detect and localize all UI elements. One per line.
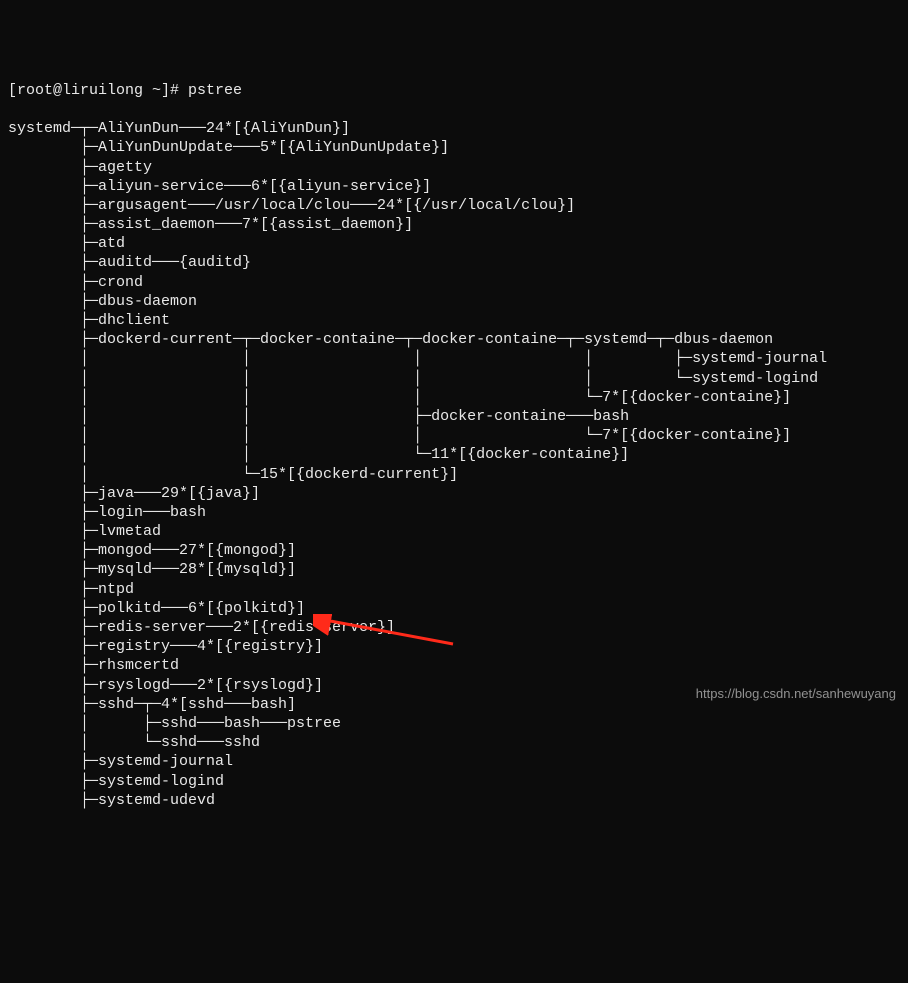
- pstree-line: │ └─sshd───sshd: [8, 733, 900, 752]
- pstree-line: ├─aliyun-service───6*[{aliyun-service}]: [8, 177, 900, 196]
- pstree-line: ├─atd: [8, 234, 900, 253]
- pstree-line: ├─assist_daemon───7*[{assist_daemon}]: [8, 215, 900, 234]
- pstree-line: ├─mysqld───28*[{mysqld}]: [8, 560, 900, 579]
- pstree-line: ├─systemd-journal: [8, 752, 900, 771]
- pstree-line: │ ├─sshd───bash───pstree: [8, 714, 900, 733]
- pstree-line: │ │ │ │ └─systemd-logind: [8, 369, 900, 388]
- pstree-line: │ │ │ │ ├─systemd-journal: [8, 349, 900, 368]
- pstree-line: ├─systemd-udevd: [8, 791, 900, 810]
- pstree-line: ├─java───29*[{java}]: [8, 484, 900, 503]
- pstree-line: ├─dockerd-current─┬─docker-containe─┬─do…: [8, 330, 900, 349]
- pstree-line: ├─crond: [8, 273, 900, 292]
- pstree-line: │ │ ├─docker-containe───bash: [8, 407, 900, 426]
- pstree-line: ├─dhclient: [8, 311, 900, 330]
- pstree-line: ├─registry───4*[{registry}]: [8, 637, 900, 656]
- pstree-line: ├─redis-server───2*[{redis-server}]: [8, 618, 900, 637]
- pstree-line: ├─dbus-daemon: [8, 292, 900, 311]
- pstree-line: ├─auditd───{auditd}: [8, 253, 900, 272]
- pstree-line: ├─AliYunDunUpdate───5*[{AliYunDunUpdate}…: [8, 138, 900, 157]
- pstree-line: ├─argusagent───/usr/local/clou───24*[{/u…: [8, 196, 900, 215]
- pstree-line: ├─mongod───27*[{mongod}]: [8, 541, 900, 560]
- watermark-text: https://blog.csdn.net/sanhewuyang: [696, 686, 896, 703]
- pstree-line: ├─agetty: [8, 158, 900, 177]
- pstree-line: │ │ └─11*[{docker-containe}]: [8, 445, 900, 464]
- pstree-line: │ └─15*[{dockerd-current}]: [8, 465, 900, 484]
- pstree-line: systemd─┬─AliYunDun───24*[{AliYunDun}]: [8, 119, 900, 138]
- pstree-output: systemd─┬─AliYunDun───24*[{AliYunDun}] ├…: [8, 119, 900, 810]
- pstree-line: ├─polkitd───6*[{polkitd}]: [8, 599, 900, 618]
- terminal-prompt: [root@liruilong ~]# pstree: [8, 81, 900, 100]
- pstree-line: │ │ │ └─7*[{docker-containe}]: [8, 388, 900, 407]
- pstree-line: ├─systemd-logind: [8, 772, 900, 791]
- pstree-line: ├─ntpd: [8, 580, 900, 599]
- pstree-line: ├─rhsmcertd: [8, 656, 900, 675]
- pstree-line: ├─login───bash: [8, 503, 900, 522]
- pstree-line: │ │ │ └─7*[{docker-containe}]: [8, 426, 900, 445]
- pstree-line: ├─lvmetad: [8, 522, 900, 541]
